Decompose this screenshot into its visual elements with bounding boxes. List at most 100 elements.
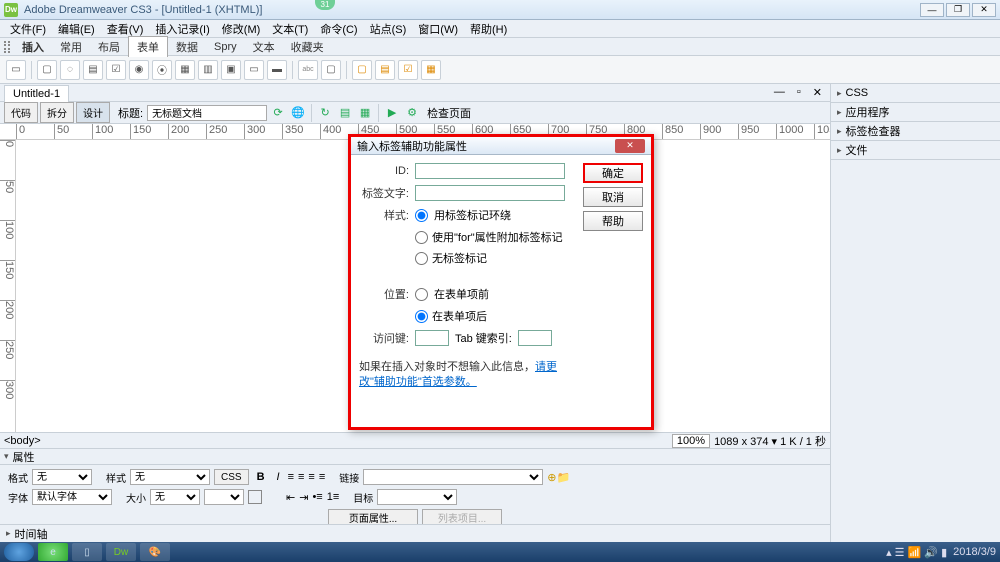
spry-text-icon[interactable]: ▢: [352, 60, 372, 80]
file-field-icon[interactable]: ▭: [244, 60, 264, 80]
text-color-icon[interactable]: [248, 490, 262, 504]
menu-edit[interactable]: 编辑(E): [54, 21, 99, 37]
preview-icon[interactable]: ▶: [383, 104, 401, 122]
refresh-icon[interactable]: ↻: [316, 104, 334, 122]
tab-layout[interactable]: 布局: [90, 37, 128, 57]
application-panel[interactable]: 应用程序: [831, 103, 1000, 121]
close-button[interactable]: ✕: [972, 3, 996, 17]
align-center-icon[interactable]: ≡: [298, 471, 304, 483]
page-title-input[interactable]: [147, 105, 267, 121]
textarea-icon[interactable]: ▤: [83, 60, 103, 80]
menu-text[interactable]: 文本(T): [268, 21, 312, 37]
css-button[interactable]: CSS: [214, 469, 249, 485]
textfield-icon[interactable]: ▢: [37, 60, 57, 80]
tray-icons[interactable]: ▴ ☰ 📶 🔊 ▮: [886, 546, 947, 559]
label-input[interactable]: [415, 185, 565, 201]
dialog-titlebar[interactable]: 输入标签辅助功能属性 ✕: [351, 137, 651, 155]
check-page-label[interactable]: 检查页面: [427, 105, 471, 121]
link-browse-icon[interactable]: ⊕📁: [547, 471, 570, 484]
spry-checkbox-icon[interactable]: ☑: [398, 60, 418, 80]
jump-icon[interactable]: ▥: [198, 60, 218, 80]
align-justify-icon[interactable]: ≡: [319, 471, 325, 483]
radio-icon[interactable]: ◉: [129, 60, 149, 80]
task-explorer[interactable]: ▯: [72, 543, 102, 561]
link-select[interactable]: [363, 469, 543, 485]
tab-favorites[interactable]: 收藏夹: [283, 37, 332, 57]
list-icon[interactable]: ▦: [175, 60, 195, 80]
style-radio-for[interactable]: [415, 231, 428, 244]
spry-textarea-icon[interactable]: ▤: [375, 60, 395, 80]
menu-insert[interactable]: 插入记录(I): [151, 21, 213, 37]
fieldset-icon[interactable]: ▢: [321, 60, 341, 80]
form-icon[interactable]: ▭: [6, 60, 26, 80]
start-button[interactable]: [4, 543, 34, 561]
maximize-button[interactable]: ❐: [946, 3, 970, 17]
checkbox-icon[interactable]: ☑: [106, 60, 126, 80]
style-radio-none[interactable]: [415, 252, 428, 265]
target-select[interactable]: [377, 489, 457, 505]
align-left-icon[interactable]: ≡: [288, 471, 294, 483]
browser-icon[interactable]: 🌐: [289, 104, 307, 122]
code-view-button[interactable]: 代码: [4, 102, 38, 123]
visual-aids-icon[interactable]: ▦: [356, 104, 374, 122]
access-key-input[interactable]: [415, 330, 449, 346]
id-input[interactable]: [415, 163, 565, 179]
indent-left-icon[interactable]: ⇤: [286, 491, 295, 504]
menu-view[interactable]: 查看(V): [103, 21, 148, 37]
menu-modify[interactable]: 修改(M): [218, 21, 265, 37]
files-panel[interactable]: 文件: [831, 141, 1000, 159]
position-radio-after[interactable]: [415, 310, 428, 323]
design-view-button[interactable]: 设计: [76, 102, 110, 123]
doc-minimize-button[interactable]: —: [770, 86, 789, 99]
italic-button[interactable]: I: [273, 471, 284, 483]
spry-select-icon[interactable]: ▦: [421, 60, 441, 80]
tab-spry[interactable]: Spry: [206, 39, 245, 55]
radiogroup-icon[interactable]: ⦿: [152, 60, 172, 80]
system-tray[interactable]: ▴ ☰ 📶 🔊 ▮ 2018/3/9: [886, 546, 996, 559]
dialog-close-button[interactable]: ✕: [615, 139, 645, 153]
tab-forms[interactable]: 表单: [128, 36, 168, 57]
menu-site[interactable]: 站点(S): [366, 21, 411, 37]
image-field-icon[interactable]: ▣: [221, 60, 241, 80]
menu-window[interactable]: 窗口(W): [414, 21, 462, 37]
menu-help[interactable]: 帮助(H): [466, 21, 511, 37]
tag-inspector-panel[interactable]: 标签检查器: [831, 122, 1000, 140]
doc-close-button[interactable]: ✕: [809, 86, 826, 99]
style-select[interactable]: 无: [130, 469, 210, 485]
options-icon[interactable]: ⚙: [403, 104, 421, 122]
position-radio-before[interactable]: [415, 288, 428, 301]
split-view-button[interactable]: 拆分: [40, 102, 74, 123]
align-right-icon[interactable]: ≡: [308, 471, 314, 483]
timeline-panel[interactable]: 时间轴: [0, 524, 830, 542]
tab-text[interactable]: 文本: [245, 37, 283, 57]
style-radio-wrap[interactable]: [415, 209, 428, 222]
size-select[interactable]: 无: [150, 489, 200, 505]
task-ie[interactable]: e: [38, 543, 68, 561]
properties-header[interactable]: 属性: [0, 449, 830, 465]
page-properties-button[interactable]: 页面属性...: [328, 509, 418, 525]
font-select[interactable]: 默认字体: [32, 489, 112, 505]
zoom-selector[interactable]: 100%: [672, 434, 710, 448]
bold-button[interactable]: B: [253, 471, 269, 483]
task-paint[interactable]: 🎨: [140, 543, 170, 561]
tag-selector[interactable]: <body>: [4, 435, 41, 447]
minimize-button[interactable]: —: [920, 3, 944, 17]
hidden-icon[interactable]: ◌: [60, 60, 80, 80]
grip-icon[interactable]: [4, 41, 10, 53]
document-tab[interactable]: Untitled-1: [4, 85, 69, 102]
format-select[interactable]: 无: [32, 469, 92, 485]
list-ul-icon[interactable]: •≡: [312, 491, 322, 503]
indent-right-icon[interactable]: ⇥: [299, 491, 308, 504]
label-icon[interactable]: abc: [298, 60, 318, 80]
menu-commands[interactable]: 命令(C): [316, 21, 361, 37]
window-size[interactable]: 1089 x 374 ▾ 1 K / 1 秒: [714, 433, 826, 449]
view-options-icon[interactable]: ▤: [336, 104, 354, 122]
size-unit-select[interactable]: [204, 489, 244, 505]
tab-data[interactable]: 数据: [168, 37, 206, 57]
validate-icon[interactable]: ⟳: [269, 104, 287, 122]
tab-index-input[interactable]: [518, 330, 552, 346]
tab-common[interactable]: 常用: [52, 37, 90, 57]
cancel-button[interactable]: 取消: [583, 187, 643, 207]
task-dreamweaver[interactable]: Dw: [106, 543, 136, 561]
button-icon[interactable]: ▬: [267, 60, 287, 80]
